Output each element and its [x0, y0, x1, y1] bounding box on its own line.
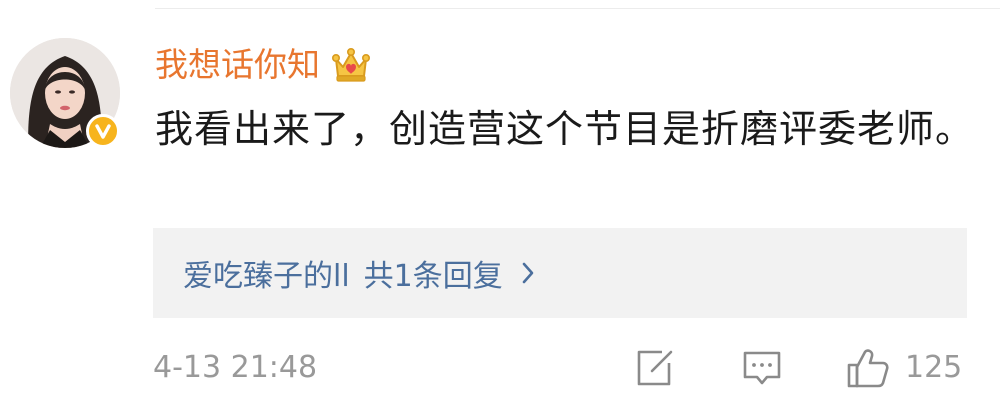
comment-timestamp: 4-13 21:48 [153, 350, 318, 385]
thumbs-up-icon[interactable] [846, 347, 890, 389]
comment-icon[interactable] [741, 347, 783, 389]
comment-text: 我看出来了，创造营这个节目是折磨评委老师。 [155, 107, 975, 151]
username[interactable]: 我想话你知 [155, 42, 320, 88]
avatar-area[interactable] [10, 38, 120, 148]
top-divider [155, 8, 1000, 9]
comment-header: 我想话你知 [155, 42, 372, 88]
reply-preview[interactable]: 爱吃臻子的ll 共1条回复 [153, 228, 967, 318]
like-count: 125 [905, 350, 963, 385]
reply-count-link[interactable]: 共1条回复 [364, 251, 503, 295]
verified-badge [86, 114, 120, 148]
verified-v-icon [95, 124, 111, 139]
crown-icon[interactable] [330, 45, 372, 85]
chevron-right-icon [522, 262, 534, 284]
reply-username[interactable]: 爱吃臻子的ll [183, 251, 350, 295]
share-icon[interactable] [632, 347, 676, 389]
